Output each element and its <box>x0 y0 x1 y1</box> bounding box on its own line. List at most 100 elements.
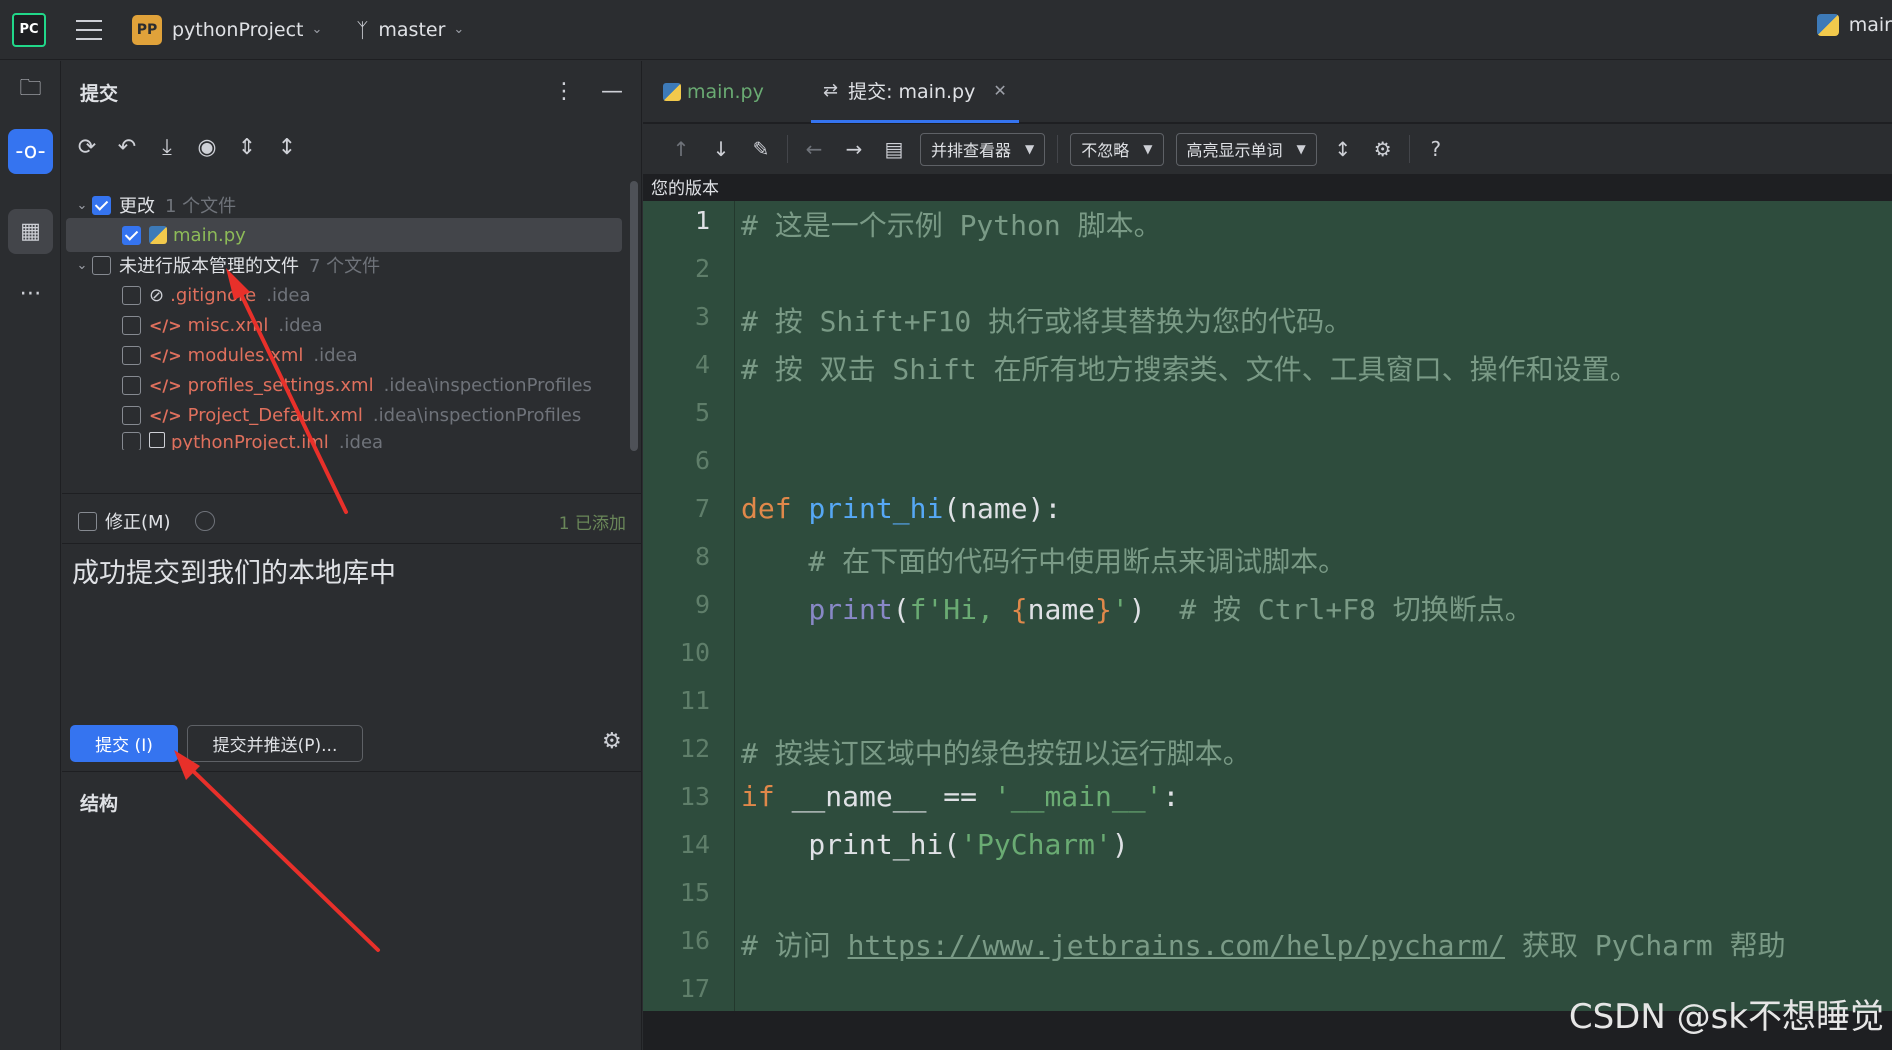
code-text: ) <box>1128 593 1180 626</box>
collapse-unchanged-icon[interactable]: ↕ <box>1323 137 1363 161</box>
code-string: ' <box>1111 593 1129 626</box>
code-link[interactable]: https://www.jetbrains.com/help/pycharm/ <box>848 929 1505 962</box>
code-line: print(f'Hi, {name}') # 按 Ctrl+F8 切换断点。 <box>741 588 1532 628</box>
main-menu-icon[interactable] <box>76 19 102 40</box>
code-text: ) <box>1111 828 1129 861</box>
collapse-icon[interactable]: ↕ <box>274 135 300 160</box>
commit-and-push-button[interactable]: 提交并推送(P)... <box>187 725 363 762</box>
amend-label[interactable]: 修正(M) <box>105 508 171 534</box>
refresh-icon[interactable]: ⟳ <box>74 135 100 160</box>
highlight-mode-dropdown[interactable]: 高亮显示单词 ▼ <box>1175 132 1317 166</box>
xml-file-icon: </> <box>149 405 182 425</box>
highlight-mode-label: 高亮显示单词 <box>1186 141 1283 160</box>
file-row[interactable]: </> profiles_settings.xml .idea\inspecti… <box>122 368 592 402</box>
commit-message-input[interactable]: 成功提交到我们的本地库中 <box>72 551 396 590</box>
code-text: name <box>1027 593 1096 626</box>
chevron-down-icon[interactable]: ⌄ <box>453 22 464 37</box>
more-icon[interactable]: ⋯ <box>8 271 53 316</box>
project-name[interactable]: pythonProject <box>172 19 303 41</box>
help-icon[interactable]: ? <box>1416 137 1456 161</box>
diff-icon: ⇄ <box>823 80 839 101</box>
caret-down-icon: ▼ <box>1296 142 1306 156</box>
code-line: # 按装订区域中的绿色按钮以运行脚本。 <box>741 737 1251 770</box>
viewer-mode-dropdown[interactable]: 并排查看器 ▼ <box>920 132 1046 166</box>
file-path: .idea\inspectionProfiles <box>383 374 592 396</box>
pycharm-logo-icon[interactable]: PC <box>12 12 46 47</box>
file-checkbox[interactable] <box>122 315 141 335</box>
file-checkbox[interactable] <box>122 345 141 365</box>
git-branch-icon: ᛉ <box>356 17 369 42</box>
file-checkbox[interactable] <box>122 405 141 425</box>
file-path: .idea\inspectionProfiles <box>372 404 582 426</box>
arrow-up-icon[interactable]: ↑ <box>661 137 701 161</box>
code-line: # 按 Shift+F10 执行或将其替换为您的代码。 <box>741 305 1353 338</box>
added-count: 1 已添加 <box>558 513 626 534</box>
ignore-mode-dropdown[interactable]: 不忽略 ▼ <box>1070 132 1164 166</box>
minimize-icon[interactable]: — <box>601 79 623 104</box>
clock-icon[interactable] <box>194 511 215 531</box>
code-builtin: print <box>808 593 893 626</box>
document-icon[interactable]: ▤ <box>874 137 914 161</box>
chevron-down-icon[interactable]: ⌄ <box>311 22 322 37</box>
file-path: .idea <box>313 344 358 366</box>
eye-icon[interactable]: ◉ <box>194 135 220 160</box>
file-row[interactable]: </> misc.xml .idea <box>122 308 323 342</box>
commit-button[interactable]: 提交 (I) <box>70 725 178 762</box>
file-row[interactable]: main.py <box>66 218 622 252</box>
line-number: 15 <box>679 878 710 907</box>
code-comment: # 访问 <box>741 929 848 962</box>
folder-icon[interactable]: 🗀 <box>8 67 53 112</box>
group-checkbox[interactable] <box>92 255 111 275</box>
tab-commit-main-py[interactable]: ⇄ 提交: main.py ✕ <box>811 61 1019 123</box>
gear-icon[interactable]: ⚙ <box>602 729 622 754</box>
file-name: main.py <box>173 224 246 246</box>
version-label: 您的版本 <box>651 179 719 199</box>
expand-icon[interactable]: ⇕ <box>234 135 260 160</box>
code-area[interactable]: 1 2 3 4 5 6 7 8 9 10 11 12 13 14 15 16 1… <box>643 201 1892 1011</box>
group-label: 未进行版本管理的文件 <box>119 256 299 277</box>
rollback-icon[interactable]: ↶ <box>114 135 140 160</box>
unversioned-group[interactable]: ⌄ 未进行版本管理的文件 7 个文件 <box>72 248 380 282</box>
options-icon[interactable]: ⋮ <box>553 79 575 104</box>
amend-checkbox[interactable] <box>78 511 97 531</box>
file-row[interactable]: </> Project_Default.xml .idea\inspection… <box>122 398 581 432</box>
chevron-down-icon[interactable]: ⌄ <box>72 258 92 273</box>
chevron-down-icon[interactable]: ⌄ <box>72 198 92 213</box>
group-count: 7 个文件 <box>309 256 381 277</box>
code-line: # 在下面的代码行中使用断点来调试脚本。 <box>741 545 1347 578</box>
code-text: (name): <box>943 492 1062 525</box>
group-checkbox[interactable] <box>92 195 111 215</box>
settings-icon[interactable]: ⚙ <box>1363 137 1403 161</box>
diff-toolbar: ↑ ↓ ✎ ← → ▤ 并排查看器 ▼ 不忽略 ▼ 高亮显示单词 ▼ ↕ ⚙ ? <box>643 124 1892 174</box>
file-checkbox[interactable] <box>122 285 141 305</box>
python-file-icon <box>149 226 167 244</box>
run-configuration[interactable]: mair <box>1816 14 1892 36</box>
arrow-down-icon[interactable]: ↓ <box>701 137 741 161</box>
file-row[interactable]: </> modules.xml .idea <box>122 338 358 372</box>
pencil-icon[interactable]: ✎ <box>741 137 781 161</box>
branch-selector[interactable]: master <box>378 19 445 41</box>
update-icon[interactable]: ⤓ <box>154 135 180 160</box>
arrow-left-icon[interactable]: ← <box>794 137 834 161</box>
project-badge[interactable]: PP <box>132 14 162 45</box>
tool-window-strip: 🗀 -o- ▦ ⋯ <box>0 61 61 1050</box>
structure-icon[interactable]: ▦ <box>8 209 53 254</box>
file-checkbox[interactable] <box>122 432 141 450</box>
close-icon[interactable]: ✕ <box>993 81 1006 100</box>
file-row[interactable]: pythonProject.iml .idea <box>122 428 383 450</box>
ignore-file-icon: ⊘ <box>149 284 165 306</box>
file-checkbox[interactable] <box>122 225 141 245</box>
divider <box>62 543 642 544</box>
file-checkbox[interactable] <box>122 375 141 395</box>
line-number: 17 <box>679 974 710 1003</box>
file-row[interactable]: ⊘ .gitignore .idea <box>122 278 311 312</box>
tab-label: main.py <box>687 81 764 103</box>
tab-main-py[interactable]: main.py <box>663 61 764 123</box>
commit-icon[interactable]: -o- <box>8 129 53 174</box>
code-text: print_hi( <box>741 828 961 861</box>
tree-scrollbar[interactable] <box>630 181 638 451</box>
code-line: # 访问 https://www.jetbrains.com/help/pych… <box>741 924 1786 964</box>
changes-group[interactable]: ⌄ 更改 1 个文件 <box>72 188 236 222</box>
arrow-right-icon[interactable]: → <box>834 137 874 161</box>
code-line: print_hi('PyCharm') <box>741 828 1129 861</box>
